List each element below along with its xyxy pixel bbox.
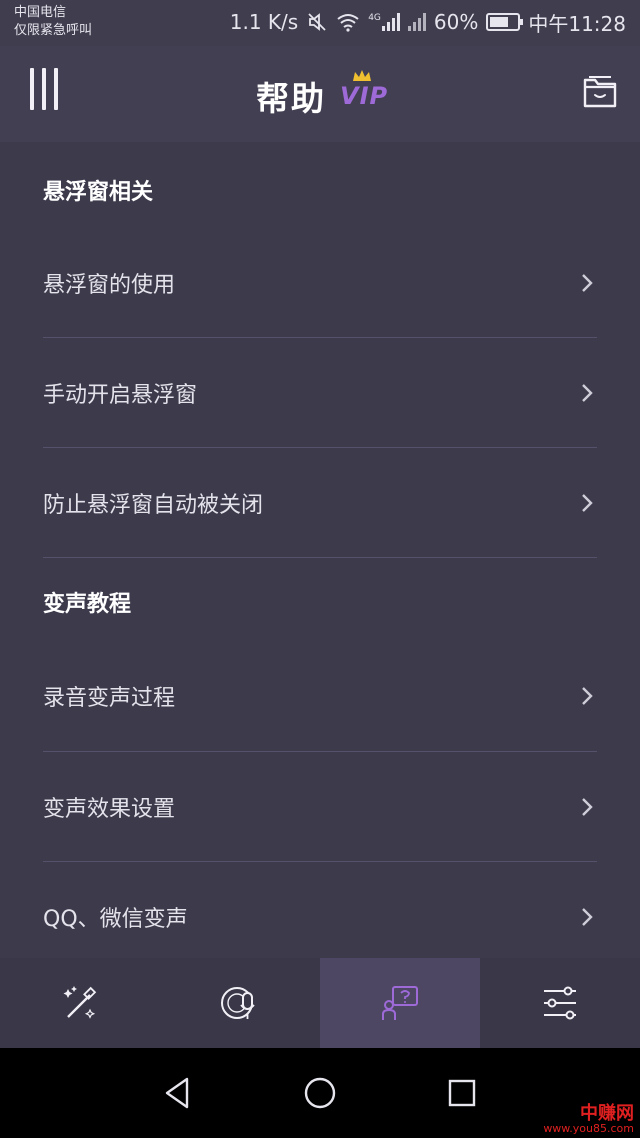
home-icon[interactable] — [303, 1076, 337, 1110]
battery-icon — [486, 13, 524, 31]
help-item-label: 录音变声过程 — [43, 686, 176, 711]
title-group: 帮助 VIP — [0, 70, 640, 120]
help-item-effect-settings[interactable]: 变声效果设置 — [43, 752, 597, 862]
settings-sliders-icon — [544, 986, 576, 1020]
tab-settings[interactable] — [480, 958, 640, 1048]
status-bar: 中国电信 仅限紧急呼叫 1.1 K/s 4G 60% 中午11:28 — [0, 0, 640, 46]
chevron-right-icon — [582, 798, 593, 816]
help-item-label: 手动开启悬浮窗 — [43, 383, 198, 408]
chevron-right-icon — [582, 687, 593, 705]
help-item-label: 悬浮窗的使用 — [43, 273, 176, 298]
mute-icon — [308, 13, 326, 31]
chevron-right-icon — [582, 384, 593, 402]
tab-magic[interactable] — [0, 958, 160, 1048]
signal-4g-icon: 4G — [368, 13, 400, 31]
battery-percent: 60% — [433, 10, 479, 34]
help-item-manual-enable[interactable]: 手动开启悬浮窗 — [43, 338, 597, 448]
watermark-brand: 中赚网 — [580, 1103, 634, 1124]
help-item-label: 防止悬浮窗自动被关闭 — [43, 493, 264, 518]
app-header: 帮助 VIP — [0, 46, 640, 142]
section-title-floating-window: 悬浮窗相关 — [43, 180, 154, 205]
chevron-right-icon — [582, 274, 593, 292]
emergency-text: 仅限紧急呼叫 — [14, 23, 93, 38]
help-item-prevent-close[interactable]: 防止悬浮窗自动被关闭 — [43, 448, 597, 558]
recent-apps-icon[interactable] — [445, 1076, 479, 1110]
carrier-name: 中国电信 — [14, 5, 67, 20]
page-title: 帮助 — [256, 79, 326, 118]
voice-record-icon — [221, 987, 255, 1019]
watermark: 中赚网 www.you85.com — [543, 1103, 634, 1135]
bottom-nav — [0, 958, 640, 1048]
help-item-label: 变声效果设置 — [43, 797, 176, 822]
crown-icon — [353, 70, 371, 81]
tab-help[interactable] — [320, 958, 480, 1048]
tab-voice[interactable] — [160, 958, 320, 1048]
help-item-recording-process[interactable]: 录音变声过程 — [43, 641, 597, 751]
section-title-voice-tutorial: 变声教程 — [43, 592, 132, 617]
help-icon — [382, 986, 418, 1020]
system-nav-bar: 中赚网 www.you85.com — [0, 1048, 640, 1138]
help-item-qq-wechat[interactable]: QQ、微信变声 — [43, 862, 597, 958]
help-list: 悬浮窗相关 悬浮窗的使用 手动开启悬浮窗 防止悬浮窗自动被关闭 变声教程 录音变… — [0, 142, 640, 958]
vip-badge[interactable]: VIP — [340, 70, 387, 118]
divider — [43, 557, 597, 558]
status-icons: 1.1 K/s 4G 60% 中午11:28 — [230, 8, 626, 36]
network-speed: 1.1 K/s — [229, 10, 299, 34]
watermark-url: www.you85.com — [543, 1122, 634, 1135]
help-item-label: QQ、微信变声 — [43, 907, 188, 932]
back-icon[interactable] — [161, 1076, 195, 1110]
folder-icon[interactable] — [580, 72, 620, 110]
magic-wand-icon — [63, 986, 97, 1019]
clock: 中午11:28 — [528, 11, 626, 36]
chevron-right-icon — [582, 908, 593, 926]
vip-label: VIP — [340, 82, 389, 110]
carrier-info: 中国电信 仅限紧急呼叫 — [14, 4, 92, 40]
wifi-icon — [337, 14, 359, 32]
chevron-right-icon — [582, 494, 593, 512]
signal-icon — [407, 13, 426, 31]
help-item-floating-window-usage[interactable]: 悬浮窗的使用 — [43, 228, 597, 338]
